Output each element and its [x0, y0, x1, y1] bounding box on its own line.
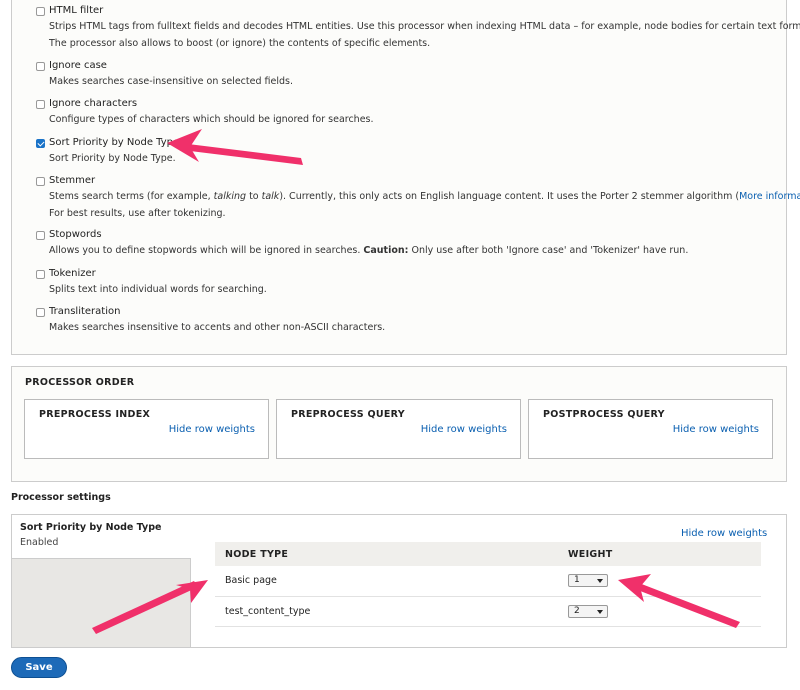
processor-order-title: PROCESSOR ORDER [25, 377, 135, 388]
processors-panel: HTML filter Strips HTML tags from fullte… [11, 0, 800, 355]
sort-priority-checkbox[interactable] [36, 139, 45, 148]
html-filter-checkbox[interactable] [36, 7, 45, 16]
weight-cell: 2 [568, 596, 761, 626]
tokenizer-label[interactable]: Tokenizer [49, 268, 96, 279]
stopwords-checkbox[interactable] [36, 231, 45, 240]
stemmer-checkbox[interactable] [36, 177, 45, 186]
table-header-row: NODE TYPE WEIGHT [215, 542, 761, 566]
preprocess-index-box: PREPROCESS INDEX Hide row weights [24, 399, 269, 459]
chevron-down-icon [597, 609, 603, 614]
vertical-tab-status: Enabled [20, 537, 59, 548]
vertical-tab-title: Sort Priority by Node Type [20, 522, 162, 533]
stopwords-label[interactable]: Stopwords [49, 229, 102, 240]
postprocess-query-title: POSTPROCESS QUERY [543, 409, 665, 420]
html-filter-label[interactable]: HTML filter [49, 5, 103, 16]
settings-hide-row-weights-link[interactable]: Hide row weights [681, 528, 767, 539]
processor-settings-label: Processor settings [11, 492, 111, 503]
ignore-characters-label[interactable]: Ignore characters [49, 98, 137, 109]
stemmer-label[interactable]: Stemmer [49, 175, 95, 186]
node-type-column-header: NODE TYPE [225, 548, 289, 560]
chevron-down-icon [597, 579, 603, 584]
node-type-cell: Basic page [225, 575, 277, 587]
vertical-tabs: Sort Priority by Node Type Enabled [12, 515, 191, 647]
node-type-cell: test_content_type [225, 605, 311, 617]
tokenizer-checkbox[interactable] [36, 270, 45, 279]
stemmer-description-line1: Stems search terms (for example, talking… [49, 191, 800, 202]
sort-priority-label[interactable]: Sort Priority by Node Type [49, 137, 179, 148]
preprocess-query-hide-row-weights-link[interactable]: Hide row weights [421, 424, 507, 435]
postprocess-query-hide-row-weights-link[interactable]: Hide row weights [673, 424, 759, 435]
transliteration-description: Makes searches insensitive to accents an… [49, 322, 386, 333]
preprocess-query-title: PREPROCESS QUERY [291, 409, 405, 420]
ignore-case-checkbox[interactable] [36, 62, 45, 71]
html-filter-description-line2: The processor also allows to boost (or i… [49, 38, 431, 49]
stopwords-description: Allows you to define stopwords which wil… [49, 245, 689, 256]
weight-column-header: WEIGHT [568, 548, 613, 560]
vertical-tab-sort-priority[interactable]: Sort Priority by Node Type Enabled [12, 515, 191, 559]
processor-settings-panel: Sort Priority by Node Type Enabled Hide … [11, 514, 787, 648]
ignore-characters-description: Configure types of characters which shou… [49, 114, 374, 125]
save-button[interactable]: Save [11, 657, 67, 678]
search-api-processors-page: HTML filter Strips HTML tags from fullte… [0, 0, 800, 690]
processor-order-panel: PROCESSOR ORDER PREPROCESS INDEX Hide ro… [11, 366, 787, 482]
stemmer-description-line2: For best results, use after tokenizing. [49, 208, 226, 219]
transliteration-label[interactable]: Transliteration [49, 306, 120, 317]
ignore-case-description: Makes searches case-insensitive on selec… [49, 76, 293, 87]
node-type-weights-table: NODE TYPE WEIGHT Basic page 1 test_conte… [215, 542, 761, 627]
more-information-link[interactable]: More information [739, 191, 800, 202]
weight-select-basic-page[interactable]: 1 [568, 574, 608, 588]
table-row: test_content_type 2 [215, 596, 761, 626]
transliteration-checkbox[interactable] [36, 308, 45, 317]
table-row: Basic page 1 [215, 566, 761, 596]
ignore-characters-checkbox[interactable] [36, 100, 45, 109]
preprocess-index-title: PREPROCESS INDEX [39, 409, 151, 420]
preprocess-index-hide-row-weights-link[interactable]: Hide row weights [169, 424, 255, 435]
preprocess-query-box: PREPROCESS QUERY Hide row weights [276, 399, 521, 459]
sort-priority-description: Sort Priority by Node Type. [49, 153, 176, 164]
html-filter-description-line1: Strips HTML tags from fulltext fields an… [49, 21, 800, 32]
ignore-case-label[interactable]: Ignore case [49, 60, 107, 71]
weight-select-test-content-type[interactable]: 2 [568, 604, 608, 618]
weight-cell: 1 [568, 566, 761, 596]
postprocess-query-box: POSTPROCESS QUERY Hide row weights [528, 399, 773, 459]
tokenizer-description: Splits text into individual words for se… [49, 284, 267, 295]
